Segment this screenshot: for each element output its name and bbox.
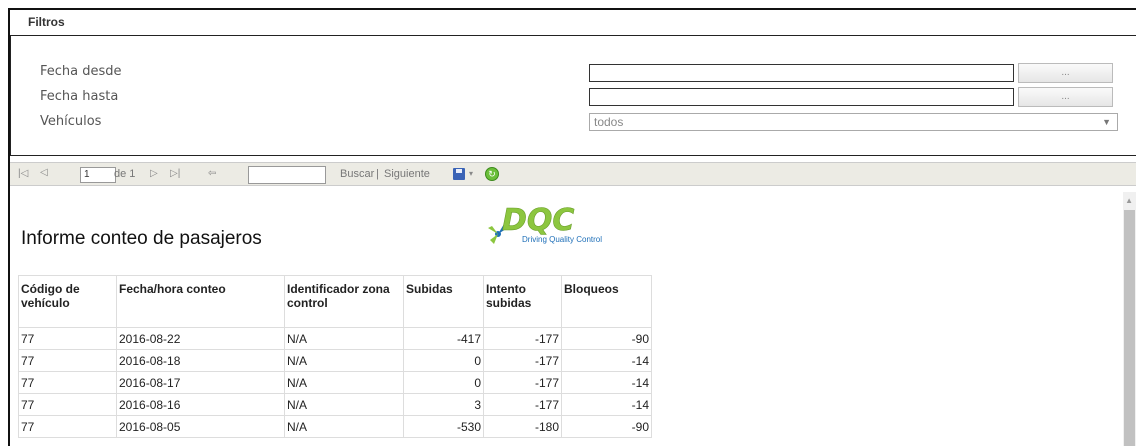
search-input[interactable] — [248, 166, 326, 184]
frame-top-border — [8, 8, 1136, 10]
table-cell: -177 — [483, 327, 562, 350]
page-of-label: de 1 — [114, 168, 136, 180]
table-row: 77 2016-08-18 N/A 0 -177 -14 — [18, 349, 652, 372]
scroll-up-icon[interactable]: ▲ — [1125, 196, 1133, 205]
last-page-icon[interactable]: ▷| — [170, 168, 180, 179]
fecha-desde-input[interactable] — [589, 64, 1014, 82]
vehiculos-selected-value: todos — [594, 115, 624, 129]
logo-tagline: Driving Quality Control — [522, 235, 602, 244]
fecha-desde-label: Fecha desde — [40, 64, 122, 79]
table-cell: N/A — [284, 349, 404, 372]
report-title: Informe conteo de pasajeros — [21, 228, 262, 249]
table-cell: 77 — [18, 371, 117, 394]
dqc-logo: DQC Driving Quality Control — [488, 204, 602, 244]
previous-page-icon[interactable]: ◁ — [40, 167, 48, 178]
filters-title: Filtros — [28, 15, 65, 29]
column-header: Código de vehículo — [18, 275, 117, 328]
table-cell: N/A — [284, 393, 404, 416]
table-cell: 0 — [403, 349, 484, 372]
column-header: Bloqueos — [561, 275, 652, 328]
vehiculos-select[interactable]: todos ▼ — [589, 113, 1118, 131]
table-cell: -14 — [561, 371, 652, 394]
first-page-icon[interactable]: |◁ — [18, 168, 28, 179]
table-cell: -14 — [561, 393, 652, 416]
column-header: Identificador zona control — [284, 275, 404, 328]
table-cell: 0 — [403, 371, 484, 394]
report-table: Código de vehículo Fecha/hora conteo Ide… — [18, 275, 652, 438]
find-next-link[interactable]: Siguiente — [384, 168, 430, 180]
find-separator: | — [376, 168, 379, 180]
fecha-hasta-input[interactable] — [589, 88, 1014, 106]
back-icon[interactable]: ⇦ — [208, 168, 216, 179]
table-cell: -90 — [561, 415, 652, 438]
page-number-input[interactable]: 1 — [80, 167, 116, 183]
table-cell: 77 — [18, 415, 117, 438]
table-cell: -417 — [403, 327, 484, 350]
find-link[interactable]: Buscar — [340, 168, 374, 180]
report-table-body: 77 2016-08-22 N/A -417 -177 -90 77 2016-08-18 N/… — [18, 327, 652, 438]
logo-text: DQC — [502, 204, 574, 238]
table-row: 77 2016-08-16 N/A 3 -177 -14 — [18, 393, 652, 416]
table-cell: 77 — [18, 327, 117, 350]
table-row: 77 2016-08-17 N/A 0 -177 -14 — [18, 371, 652, 394]
refresh-icon[interactable]: ↻ — [485, 167, 499, 181]
table-cell: 2016-08-16 — [116, 393, 285, 416]
scrollbar-thumb[interactable] — [1124, 210, 1135, 446]
column-header: Intento subidas — [483, 275, 562, 328]
table-row: 77 2016-08-22 N/A -417 -177 -90 — [18, 327, 652, 350]
table-row: 77 2016-08-05 N/A -530 -180 -90 — [18, 415, 652, 438]
table-cell: 2016-08-18 — [116, 349, 285, 372]
table-cell: -14 — [561, 349, 652, 372]
table-cell: 77 — [18, 393, 117, 416]
chevron-down-icon: ▼ — [1102, 117, 1111, 127]
vehiculos-label: Vehículos — [40, 114, 102, 129]
export-save-icon[interactable] — [453, 168, 465, 180]
table-cell: -180 — [483, 415, 562, 438]
table-cell: -530 — [403, 415, 484, 438]
table-cell: N/A — [284, 327, 404, 350]
table-cell: 2016-08-22 — [116, 327, 285, 350]
table-header-row: Código de vehículo Fecha/hora conteo Ide… — [18, 275, 652, 328]
table-cell: N/A — [284, 371, 404, 394]
fecha-hasta-label: Fecha hasta — [40, 89, 119, 104]
column-header: Fecha/hora conteo — [116, 275, 285, 328]
table-cell: -177 — [483, 393, 562, 416]
table-cell: 2016-08-17 — [116, 371, 285, 394]
table-cell: 3 — [403, 393, 484, 416]
table-cell: N/A — [284, 415, 404, 438]
table-cell: 2016-08-05 — [116, 415, 285, 438]
table-cell: -177 — [483, 371, 562, 394]
table-cell: -177 — [483, 349, 562, 372]
next-page-icon[interactable]: ▷ — [150, 168, 158, 179]
column-header: Subidas — [403, 275, 484, 328]
report-toolbar: |◁ ◁ 1 de 1 ▷ ▷| ⇦ Buscar | Siguiente ▾ … — [10, 162, 1136, 186]
table-cell: -90 — [561, 327, 652, 350]
table-cell: 77 — [18, 349, 117, 372]
fecha-hasta-picker-button[interactable]: ... — [1018, 87, 1113, 107]
export-dropdown-icon[interactable]: ▾ — [469, 169, 473, 178]
fecha-desde-picker-button[interactable]: ... — [1018, 63, 1113, 83]
